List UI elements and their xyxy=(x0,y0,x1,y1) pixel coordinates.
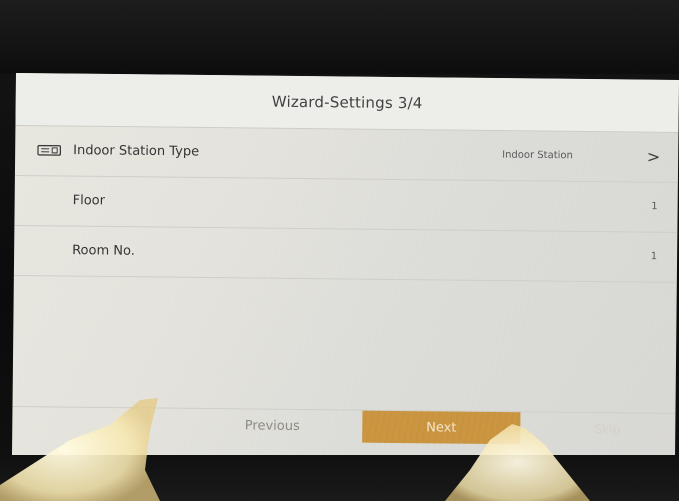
wizard-footer: Previous Next Skip xyxy=(12,405,676,454)
indoor-station-type-value: Indoor Station xyxy=(502,149,573,162)
room-no-label: Room No. xyxy=(72,243,135,259)
title-bar: Wizard-Settings 3/4 xyxy=(15,73,679,133)
floor-row[interactable]: Floor 1 xyxy=(14,174,678,233)
room-no-value: 1 xyxy=(650,251,658,263)
room-no-row[interactable]: Room No. 1 xyxy=(13,224,678,283)
indoor-station-type-label: Indoor Station Type xyxy=(73,143,200,160)
device-photo: Wizard-Settings 3/4 Indoor Station Type … xyxy=(0,0,679,501)
next-button[interactable]: Next xyxy=(362,410,521,445)
page-title: Wizard-Settings 3/4 xyxy=(271,92,423,113)
skip-button[interactable]: Skip xyxy=(572,413,642,446)
touch-screen: Wizard-Settings 3/4 Indoor Station Type … xyxy=(11,73,679,465)
chevron-right-icon: > xyxy=(646,147,661,167)
floor-value: 1 xyxy=(651,201,658,213)
floor-label: Floor xyxy=(72,193,106,209)
device-bezel-top xyxy=(0,0,679,74)
indoor-station-icon xyxy=(37,144,62,156)
device-bezel-bottom xyxy=(0,455,679,501)
previous-button[interactable]: Previous xyxy=(212,409,332,442)
indoor-station-type-row[interactable]: Indoor Station Type Indoor Station > xyxy=(14,124,679,183)
